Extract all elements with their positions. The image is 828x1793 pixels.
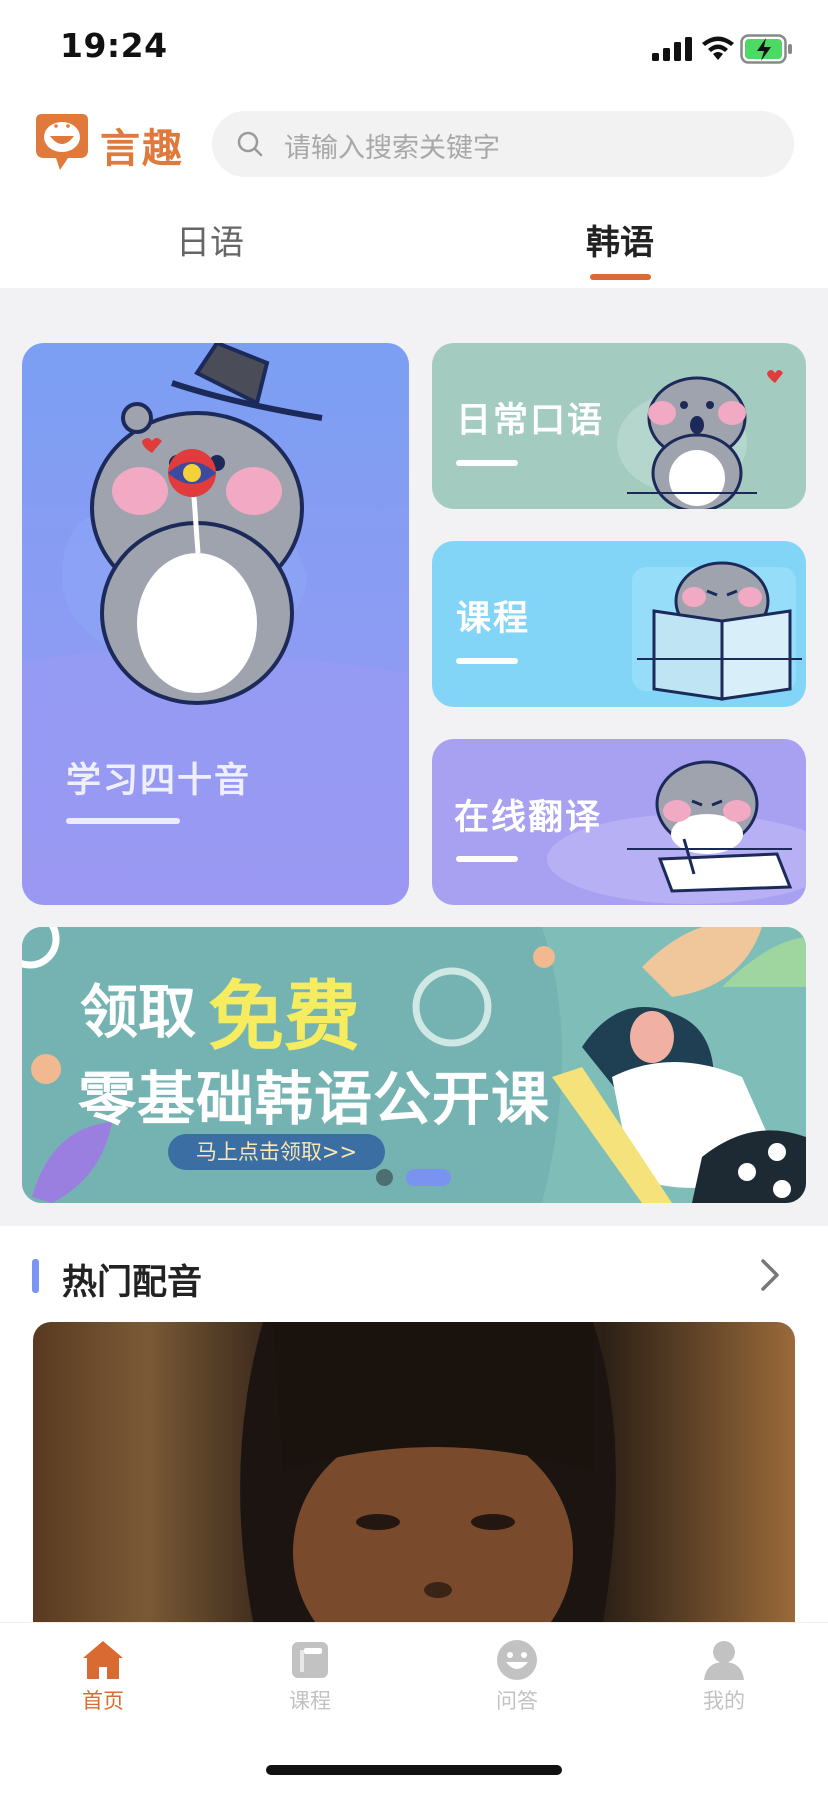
banner-claim-button[interactable]: 马上点击领取>> (168, 1134, 385, 1170)
nav-label-home[interactable]: 首页 (53, 1685, 153, 1715)
section-accent-bar (32, 1259, 39, 1293)
nav-label-mine[interactable]: 我的 (674, 1685, 774, 1715)
carousel-dot-active[interactable] (406, 1169, 451, 1186)
card-decor-bar (456, 856, 518, 862)
battery-charging-icon (740, 34, 792, 64)
carousel-dot[interactable] (376, 1169, 393, 1186)
card-label-course: 课程 (456, 599, 531, 639)
cellular-signal-icon (652, 37, 692, 61)
book-icon[interactable] (288, 1638, 332, 1682)
app-logo-icon (36, 114, 88, 170)
status-time: 19:24 (60, 26, 168, 65)
home-indicator (266, 1765, 562, 1775)
search-input[interactable]: 请输入搜索关键字 (284, 126, 500, 165)
card-decor-bar (456, 658, 518, 664)
search-icon (237, 131, 263, 157)
dubbing-video-thumbnail[interactable] (33, 1322, 795, 1622)
banner-headline-part1: 领取 (80, 978, 197, 1046)
section-title: 热门配音 (62, 1263, 203, 1303)
card-label-daily-speaking: 日常口语 (456, 401, 605, 441)
active-tab-indicator (590, 274, 651, 280)
banner-subheadline: 零基础韩语公开课 (78, 1065, 551, 1133)
video-thumbnail-image (240, 1322, 616, 1622)
card-label-online-translation: 在线翻译 (454, 798, 603, 838)
chat-face-icon[interactable] (495, 1638, 539, 1682)
wifi-icon (702, 36, 734, 60)
card-decor-bar (66, 818, 180, 824)
chevron-right-icon[interactable] (760, 1258, 780, 1292)
banner-headline-free: 免费 (208, 972, 360, 1061)
card-label-learn-hangul: 学习四十音 (66, 761, 252, 801)
nav-label-qa[interactable]: 问答 (467, 1685, 567, 1715)
tab-korean[interactable]: 韩语 (586, 215, 654, 264)
nav-label-course[interactable]: 课程 (260, 1685, 360, 1715)
card-decor-bar (456, 460, 518, 466)
brand-name: 言趣 (100, 126, 184, 172)
home-icon[interactable] (81, 1638, 125, 1682)
tab-japanese[interactable]: 日语 (176, 215, 244, 264)
person-icon[interactable] (702, 1638, 746, 1682)
